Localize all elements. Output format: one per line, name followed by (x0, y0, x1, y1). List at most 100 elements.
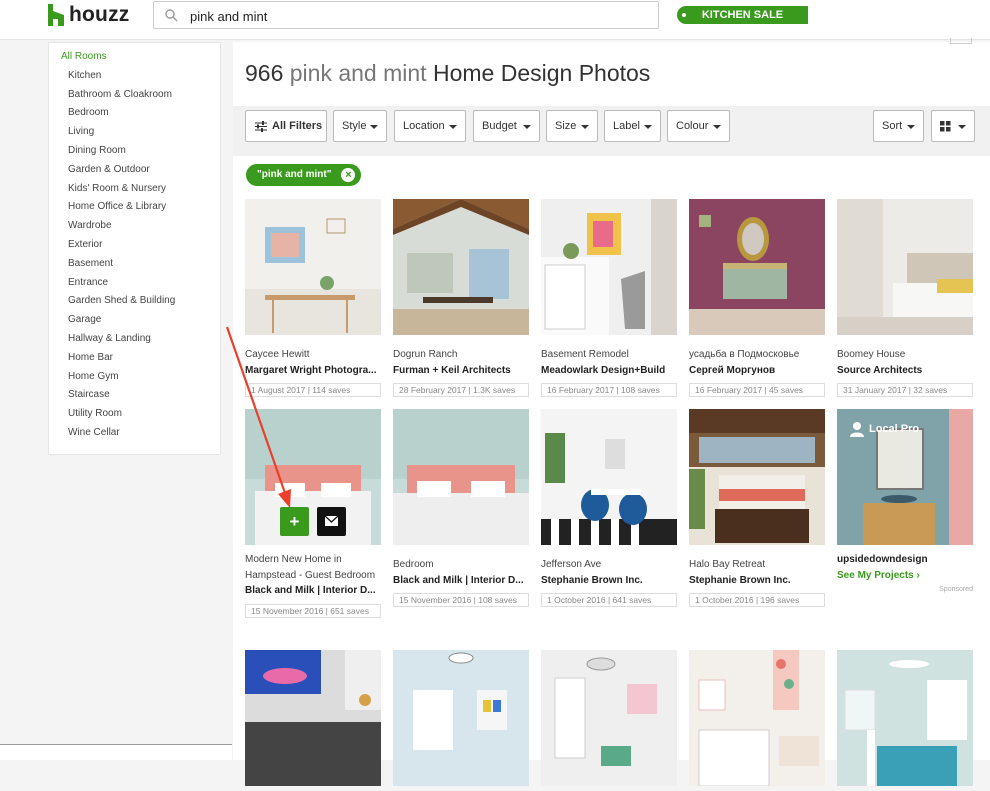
sponsored-card[interactable]: Local Pro upsidedowndesign See My Projec… (837, 409, 973, 593)
sidebar-item-all-rooms[interactable]: All Rooms (49, 48, 220, 67)
card-title[interactable]: Halo Bay Retreat (689, 557, 825, 573)
colour-dropdown[interactable]: Colour (667, 110, 730, 142)
card-author[interactable]: Stephanie Brown Inc. (689, 573, 825, 589)
photo-thumbnail[interactable] (689, 409, 825, 545)
photo-card[interactable]: усадьба в Подмосковье Сергей Моргунов 16… (689, 199, 825, 397)
card-title[interactable]: Basement Remodel (541, 347, 677, 363)
sidebar-item-staircase[interactable]: Staircase (49, 386, 220, 405)
logo-text: houzz (69, 3, 130, 26)
photo-thumbnail[interactable] (245, 650, 381, 786)
sidebar-item-garage[interactable]: Garage (49, 311, 220, 330)
photo-thumbnail[interactable] (393, 650, 529, 786)
card-title[interactable]: Modern New Home in Hampstead - Guest Bed… (245, 552, 381, 583)
photo-card[interactable]: Boomey House Source Architects 31 Januar… (837, 199, 973, 397)
photo-thumbnail[interactable] (541, 199, 677, 335)
search-box[interactable] (153, 1, 659, 29)
card-author[interactable]: Black and Milk | Interior D... (393, 573, 529, 589)
card-author[interactable]: Margaret Wright Photogra... (245, 363, 381, 379)
photo-card[interactable] (393, 650, 529, 791)
photo-thumbnail[interactable] (837, 199, 973, 335)
photo-image (245, 409, 381, 545)
sidebar-item-living[interactable]: Living (49, 123, 220, 142)
photo-thumbnail[interactable] (837, 650, 973, 786)
sidebar-item-exterior[interactable]: Exterior (49, 236, 220, 255)
photo-card[interactable]: Caycee Hewitt Margaret Wright Photogra..… (245, 199, 381, 397)
photo-card[interactable]: + Modern New Home in Hampstead - Guest B… (245, 409, 381, 618)
photo-thumbnail[interactable] (541, 409, 677, 545)
sidebar-item-wine-cellar[interactable]: Wine Cellar (49, 424, 220, 443)
sort-dropdown[interactable]: Sort (873, 110, 924, 142)
sidebar-item-dining-room[interactable]: Dining Room (49, 142, 220, 161)
sidebar-item-kids-room-nursery[interactable]: Kids' Room & Nursery (49, 180, 220, 199)
card-title[interactable]: Boomey House (837, 347, 973, 363)
sidebar-item-home-gym[interactable]: Home Gym (49, 368, 220, 387)
sidebar-item-home-bar[interactable]: Home Bar (49, 349, 220, 368)
card-title[interactable]: Bedroom (393, 557, 529, 573)
photo-thumbnail[interactable] (689, 650, 825, 787)
email-button[interactable] (317, 507, 346, 536)
sidebar-item-garden-outdoor[interactable]: Garden & Outdoor (49, 161, 220, 180)
sidebar-item-home-office-library[interactable]: Home Office & Library (49, 198, 220, 217)
card-author[interactable]: Сергей Моргунов (689, 363, 825, 379)
photo-card[interactable] (837, 650, 973, 791)
photo-thumbnail[interactable]: Local Pro (837, 409, 973, 545)
card-title[interactable]: Jefferson Ave (541, 557, 677, 573)
card-author[interactable]: Source Architects (837, 363, 973, 379)
pro-name[interactable]: upsidedowndesign (837, 552, 973, 568)
photo-card[interactable]: Dogrun Ranch Furman + Keil Architects 28… (393, 199, 529, 397)
sidebar-item-hallway-landing[interactable]: Hallway & Landing (49, 330, 220, 349)
see-projects-link[interactable]: See My Projects › (837, 568, 973, 584)
chevron-down-icon (644, 125, 652, 129)
size-dropdown[interactable]: Size (546, 110, 598, 142)
photo-thumbnail[interactable] (689, 199, 825, 335)
card-title[interactable]: Dogrun Ranch (393, 347, 529, 363)
location-dropdown[interactable]: Location (394, 110, 466, 142)
close-icon[interactable]: × (341, 168, 356, 182)
budget-dropdown[interactable]: Budget (473, 110, 540, 142)
top-bar: houzz KITCHEN SALE (0, 0, 990, 40)
photo-card[interactable]: Bedroom Black and Milk | Interior D... 1… (393, 409, 529, 607)
card-title[interactable]: усадьба в Подмосковье (689, 347, 825, 363)
photo-card[interactable] (689, 650, 825, 791)
houzz-logo[interactable]: houzz (48, 2, 129, 28)
photo-card[interactable]: Basement Remodel Meadowlark Design+Build… (541, 199, 677, 397)
chevron-down-icon (449, 125, 457, 129)
all-filters-button[interactable]: All Filters (245, 110, 327, 142)
card-author[interactable]: Furman + Keil Architects (393, 363, 529, 379)
sidebar-item-bedroom[interactable]: Bedroom (49, 104, 220, 123)
colour-label: Colour (676, 120, 709, 132)
label-label: Label (613, 120, 640, 132)
photo-thumbnail[interactable]: + (245, 409, 381, 545)
toolbar-corner[interactable] (950, 38, 972, 44)
photo-thumbnail[interactable] (393, 409, 529, 545)
sidebar-item-garden-shed-building[interactable]: Garden Shed & Building (49, 292, 220, 311)
sidebar-item-basement[interactable]: Basement (49, 255, 220, 274)
sidebar-item-utility-room[interactable]: Utility Room (49, 405, 220, 424)
card-author[interactable]: Black and Milk | Interior D... (245, 583, 381, 599)
pro-badge-icon (850, 422, 864, 437)
card-author[interactable]: Meadowlark Design+Build (541, 363, 677, 379)
photo-thumbnail[interactable] (245, 199, 381, 335)
search-input[interactable] (190, 6, 640, 26)
photo-thumbnail[interactable] (541, 650, 677, 786)
add-to-ideabook-button[interactable]: + (280, 507, 309, 536)
photo-card[interactable] (245, 650, 381, 791)
label-dropdown[interactable]: Label (604, 110, 661, 142)
view-toggle[interactable] (931, 110, 975, 142)
search-icon (165, 9, 178, 22)
sidebar-item-bathroom-cloakroom[interactable]: Bathroom & Cloakroom (49, 86, 220, 105)
style-dropdown[interactable]: Style (333, 110, 387, 142)
photo-card[interactable] (541, 650, 677, 791)
page-title: 966 pink and mint Home Design Photos (245, 60, 650, 87)
card-title[interactable]: Caycee Hewitt (245, 347, 381, 363)
active-filter-chip[interactable]: "pink and mint" × (246, 164, 362, 186)
sidebar-item-wardrobe[interactable]: Wardrobe (49, 217, 220, 236)
photo-card[interactable]: Halo Bay Retreat Stephanie Brown Inc. 1 … (689, 409, 825, 607)
photo-card[interactable]: Jefferson Ave Stephanie Brown Inc. 1 Oct… (541, 409, 677, 607)
photo-thumbnail[interactable] (393, 199, 529, 335)
sidebar-item-kitchen[interactable]: Kitchen (49, 67, 220, 86)
sidebar-item-entrance[interactable]: Entrance (49, 274, 220, 293)
kitchen-sale-banner[interactable]: KITCHEN SALE (677, 6, 808, 24)
card-author[interactable]: Stephanie Brown Inc. (541, 573, 677, 589)
room-sidebar: All Rooms Kitchen Bathroom & Cloakroom Bedr… (48, 42, 221, 455)
